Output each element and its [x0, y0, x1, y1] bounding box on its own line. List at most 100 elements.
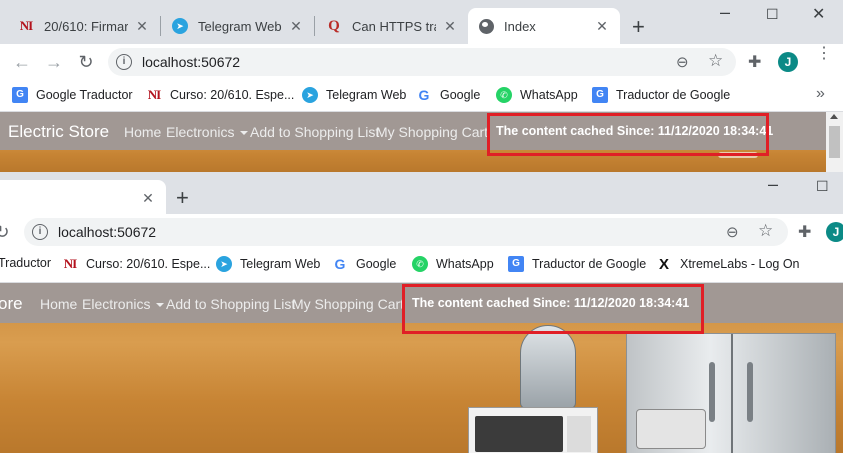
bookmark-label: WhatsApp	[520, 88, 578, 102]
nav-home[interactable]: Home	[40, 296, 77, 312]
quora-icon: Q	[328, 17, 340, 34]
tab-index[interactable]: Index ✕	[468, 8, 620, 44]
nav-add-to-shopping-list[interactable]: Add to Shopping List	[166, 296, 295, 312]
microwave-image	[468, 407, 598, 453]
avatar[interactable]: J	[826, 222, 843, 242]
google-icon: G	[418, 87, 430, 103]
ni-icon: NI	[19, 18, 33, 33]
site-brand[interactable]: Electric Store	[8, 122, 109, 142]
tab-title: Index	[504, 18, 536, 34]
bookmark-xtremelabs[interactable]: X XtremeLabs - Log On	[656, 255, 800, 273]
bookmarks-bar: Traductor NI Curso: 20/610. Espe... ➤ Te…	[0, 249, 843, 283]
back-icon[interactable]: ←	[12, 52, 32, 72]
tab-telegram[interactable]: ➤ Telegram Web ✕	[162, 8, 314, 44]
tab-strip: NI 20/610: Firmar la ✕ ➤ Telegram Web ✕ …	[0, 0, 843, 44]
tab-ni[interactable]: NI 20/610: Firmar la ✕	[8, 8, 160, 44]
new-tab-icon[interactable]: +	[632, 16, 645, 38]
more-bookmarks-icon[interactable]: »	[816, 85, 825, 103]
bookmark-label: XtremeLabs - Log On	[680, 257, 800, 271]
zoom-icon[interactable]: ⊖	[726, 223, 739, 241]
bookmark-label: Telegram Web	[326, 88, 407, 102]
tab-strip: ✕ + – ☐	[0, 172, 843, 216]
tab-separator	[314, 16, 315, 36]
star-icon[interactable]: ☆	[708, 51, 723, 71]
close-icon[interactable]: ✕	[134, 18, 150, 34]
bookmark-traductor[interactable]: G Traductor de Google	[508, 256, 646, 272]
url-text: localhost:50672	[142, 54, 241, 70]
bookmark-google[interactable]: G Google	[416, 87, 481, 103]
new-tab-icon[interactable]: +	[176, 187, 189, 209]
reload-icon[interactable]: ↻	[76, 52, 96, 72]
zoom-icon[interactable]: ⊖	[676, 53, 689, 71]
close-icon[interactable]: ✕	[140, 190, 156, 206]
tab-index[interactable]: ✕	[0, 180, 166, 216]
extensions-icon[interactable]: ✚	[748, 52, 761, 72]
tab-quora[interactable]: Q Can HTTPS traffic ✕	[316, 8, 468, 44]
tab-separator	[160, 16, 161, 36]
bookmark-telegram[interactable]: ➤ Telegram Web	[216, 256, 320, 272]
bookmark-whatsapp[interactable]: ✆ WhatsApp	[412, 256, 494, 272]
bookmark-label: Curso: 20/610. Espe...	[86, 257, 211, 271]
toolbar: ← → ↻ i localhost:50672 ⊖ ☆ ✚ J ⋮	[0, 44, 843, 80]
close-icon[interactable]: ✕	[442, 18, 458, 34]
ni-icon: NI	[147, 87, 161, 102]
close-icon[interactable]: ✕	[288, 18, 304, 34]
forward-icon[interactable]: →	[44, 52, 64, 72]
close-icon[interactable]: ✕	[594, 18, 610, 34]
scrollbar[interactable]	[826, 112, 843, 172]
google-icon: G	[334, 256, 346, 272]
scroll-up-icon[interactable]	[830, 114, 838, 119]
star-icon[interactable]: ☆	[758, 221, 773, 241]
bookmark-label: Traductor	[0, 256, 52, 270]
bookmark-label: Traductor de Google	[532, 257, 647, 271]
xtremelabs-icon: X	[658, 255, 669, 273]
info-icon[interactable]: i	[116, 54, 132, 70]
maximize-icon[interactable]: ☐	[816, 178, 829, 195]
nav-electronics[interactable]: Electronics	[166, 124, 249, 140]
telegram-icon: ➤	[216, 256, 232, 272]
toaster-image	[636, 409, 706, 449]
google-translate-icon: G	[508, 256, 524, 272]
nav-my-shopping-cart[interactable]: My Shopping Cart	[376, 124, 488, 140]
telegram-icon: ➤	[302, 87, 318, 103]
bookmark-whatsapp[interactable]: ✆ WhatsApp	[496, 87, 578, 103]
whatsapp-icon: ✆	[496, 87, 512, 103]
minimize-icon[interactable]: –	[768, 174, 778, 195]
toolbar: ↻ i localhost:50672 ⊖ ☆ ✚ J	[0, 214, 843, 249]
bookmark-curso[interactable]: NI Curso: 20/610. Espe...	[62, 256, 211, 272]
menu-icon[interactable]: ⋮	[816, 46, 832, 62]
minimize-icon[interactable]: –	[720, 2, 730, 23]
extensions-icon[interactable]: ✚	[798, 222, 811, 242]
bookmark-google-traductor[interactable]: G Google Traductor	[12, 87, 133, 103]
microwave-door	[475, 416, 563, 452]
microwave-panel	[567, 416, 591, 452]
bookmark-label: Google	[440, 88, 481, 102]
scrollbar-thumb[interactable]	[829, 126, 840, 158]
bookmark-google-traductor[interactable]: Traductor	[0, 256, 51, 270]
highlight-box	[487, 113, 769, 156]
bookmark-traductor[interactable]: G Traductor de Google	[592, 87, 730, 103]
tab-title: 20/610: Firmar la	[44, 18, 128, 34]
bookmark-google[interactable]: G Google	[332, 256, 397, 272]
site-brand[interactable]: ore	[0, 294, 23, 314]
google-translate-icon: G	[12, 87, 28, 103]
avatar[interactable]: J	[778, 52, 798, 72]
tab-title: Can HTTPS traffic	[352, 18, 436, 34]
bookmark-label: Curso: 20/610. Espe...	[170, 88, 295, 102]
address-bar[interactable]: i localhost:50672 ⊖ ☆	[108, 48, 736, 76]
nav-my-shopping-cart[interactable]: My Shopping Cart	[292, 296, 404, 312]
bookmark-telegram[interactable]: ➤ Telegram Web	[302, 87, 406, 103]
window-close-icon[interactable]: ✕	[812, 4, 825, 24]
caret-down-icon	[156, 303, 165, 308]
bookmark-curso[interactable]: NI Curso: 20/610. Espe...	[146, 87, 295, 103]
address-bar[interactable]: i localhost:50672 ⊖ ☆	[24, 218, 788, 246]
nav-home[interactable]: Home	[124, 124, 161, 140]
highlight-box	[402, 284, 704, 334]
reload-icon[interactable]: ↻	[0, 222, 12, 242]
nav-electronics[interactable]: Electronics	[82, 296, 165, 312]
browser-window-back: NI 20/610: Firmar la ✕ ➤ Telegram Web ✕ …	[0, 0, 843, 172]
maximize-icon[interactable]: ☐	[766, 6, 779, 23]
info-icon[interactable]: i	[32, 224, 48, 240]
nav-add-to-shopping-list[interactable]: Add to Shopping List	[250, 124, 379, 140]
tab-title: Telegram Web	[198, 18, 282, 34]
